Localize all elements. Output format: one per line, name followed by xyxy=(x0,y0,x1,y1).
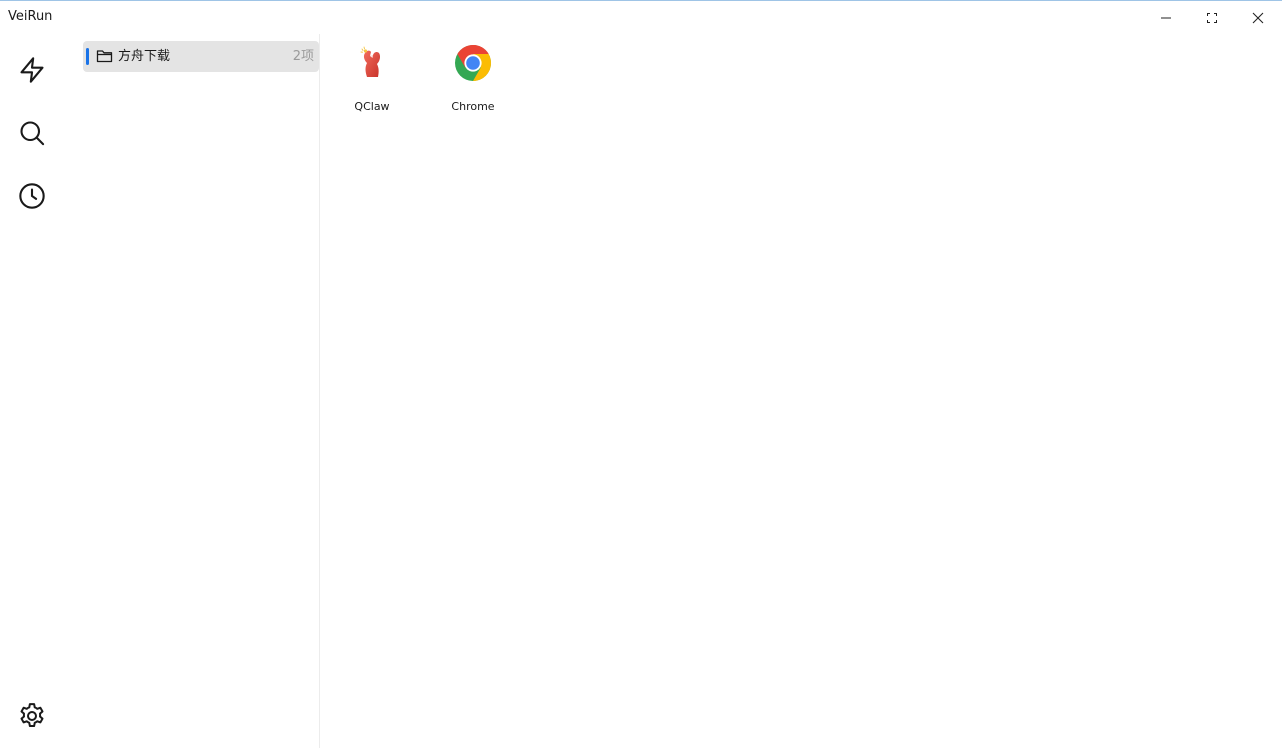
app-window: VeiRun 方舟下载 2项 QClaw Chrome xyxy=(0,0,1282,748)
app-name: QClaw xyxy=(354,100,390,113)
chrome-icon xyxy=(455,45,492,81)
nav-settings[interactable] xyxy=(12,696,52,736)
folder-icon xyxy=(96,50,113,63)
nav-quick-launch[interactable] xyxy=(12,50,52,90)
qclaw-icon xyxy=(360,46,381,77)
folder-list: 方舟下载 2项 xyxy=(64,34,320,748)
selection-indicator xyxy=(86,48,89,65)
app-grid: QClaw Chrome xyxy=(320,34,1282,748)
app-tile-qclaw[interactable]: QClaw xyxy=(327,42,417,113)
folder-item-count: 2项 xyxy=(292,49,314,64)
title-bar[interactable]: VeiRun xyxy=(0,1,1282,34)
minimize-icon xyxy=(1161,17,1171,18)
app-name: Chrome xyxy=(451,100,495,113)
search-icon xyxy=(20,121,45,146)
maximize-icon xyxy=(1207,12,1217,23)
history-icon xyxy=(19,183,45,209)
window-title: VeiRun xyxy=(8,9,53,24)
minimize-button[interactable] xyxy=(1143,1,1189,34)
nav-rail xyxy=(0,34,64,748)
app-tile-chrome[interactable]: Chrome xyxy=(428,42,518,113)
folder-item-fangzhou-downloads[interactable]: 方舟下载 2项 xyxy=(83,41,319,72)
close-button[interactable] xyxy=(1235,1,1281,34)
close-icon xyxy=(1252,12,1264,23)
flash-icon xyxy=(20,57,44,83)
folder-label: 方舟下载 xyxy=(118,49,171,64)
gear-icon xyxy=(20,703,44,727)
nav-search[interactable] xyxy=(12,113,52,153)
nav-history[interactable] xyxy=(12,176,52,216)
maximize-button[interactable] xyxy=(1189,1,1235,34)
